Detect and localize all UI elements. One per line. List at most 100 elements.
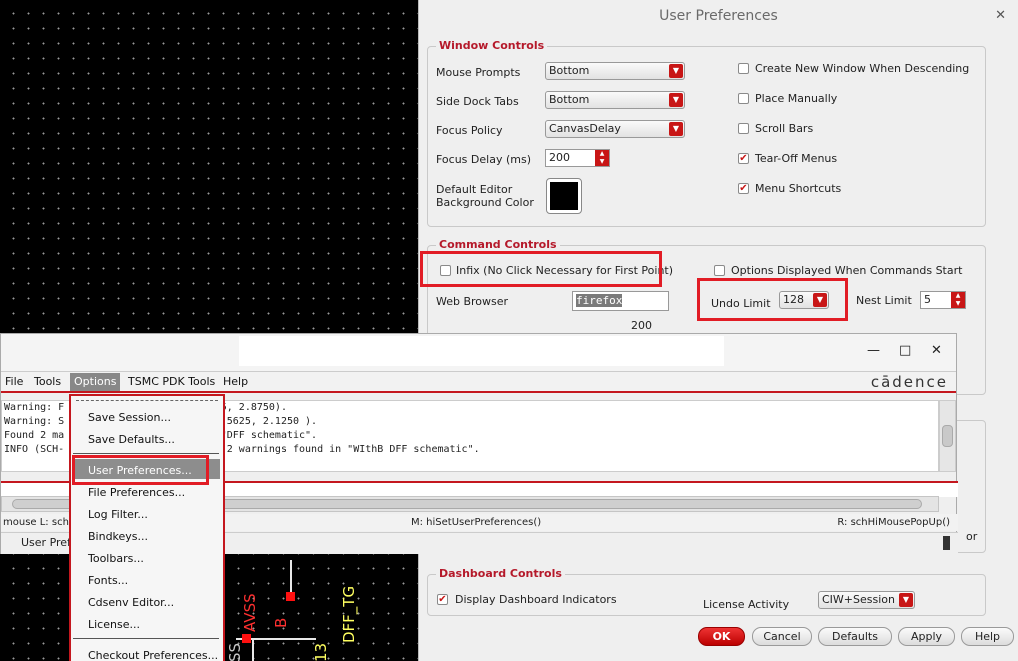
tear-off-menus-label: Tear-Off Menus: [755, 152, 837, 165]
tear-off-menus-checkbox[interactable]: ✔: [738, 153, 749, 164]
annotation-box-undo-limit: [697, 278, 848, 321]
prefs-titlebar[interactable]: User Preferences ✕: [419, 0, 1018, 33]
dashboard-controls-group: Dashboard Controls ✔ Display Dashboard I…: [427, 574, 986, 616]
menu-item-log-filter[interactable]: Log Filter...: [88, 508, 148, 521]
options-displayed-checkbox[interactable]: [714, 265, 725, 276]
web-browser-input[interactable]: firefox: [572, 291, 669, 311]
menu-tsmc-pdk-tools[interactable]: TSMC PDK Tools: [128, 375, 215, 388]
prefs-title: User Preferences: [659, 8, 778, 24]
mouse-prompts-label: Mouse Prompts: [436, 66, 520, 79]
web-browser-value: firefox: [576, 294, 622, 307]
schematic-net-label: AVSS: [241, 593, 259, 632]
user-preferences-window: User Preferences ✕ Window Controls Mouse…: [418, 0, 1018, 661]
dashboard-controls-title: Dashboard Controls: [436, 567, 565, 580]
focus-delay-label: Focus Delay (ms): [436, 153, 531, 166]
partial-text: or: [966, 530, 977, 543]
log-vertical-scrollbar[interactable]: [939, 400, 956, 472]
cadence-logo: cādence: [871, 373, 948, 391]
minimize-icon[interactable]: —: [867, 343, 880, 358]
scrollbar-thumb[interactable]: [942, 425, 953, 447]
focus-policy-value: CanvasDelay: [549, 122, 621, 135]
mouse-prompts-value: Bottom: [549, 64, 589, 77]
bg-color-label-line1: Default Editor: [436, 183, 512, 196]
side-dock-tabs-label: Side Dock Tabs: [436, 95, 519, 108]
focus-policy-select[interactable]: CanvasDelay ▼: [545, 120, 685, 138]
menu-item-cdsenv-editor[interactable]: Cdsenv Editor...: [88, 596, 174, 609]
scroll-bars-checkbox[interactable]: [738, 123, 749, 134]
chevron-down-icon: ▼: [669, 122, 683, 136]
menu-file[interactable]: File: [5, 375, 23, 388]
schematic-instance-label: DFF_TG: [340, 586, 358, 643]
menu-separator: [73, 453, 219, 454]
options-dropdown-menu: Save Session... Save Defaults... User Pr…: [69, 394, 225, 661]
focus-delay-spinbox[interactable]: 200 ▲▼: [545, 149, 610, 167]
menu-options[interactable]: Options: [70, 373, 120, 391]
status-left: mouse L: sch: [3, 514, 69, 531]
chevron-down-icon: ▼: [669, 93, 683, 107]
menu-item-bindkeys[interactable]: Bindkeys...: [88, 530, 148, 543]
license-activity-value: CIW+Session: [822, 593, 895, 606]
menu-tools[interactable]: Tools: [34, 375, 61, 388]
command-controls-title: Command Controls: [436, 238, 560, 251]
nest-limit-value: 5: [924, 293, 931, 306]
display-indicators-label: Display Dashboard Indicators: [455, 593, 617, 606]
schematic-wire: [252, 638, 254, 661]
annotation-box-user-preferences: [72, 455, 209, 485]
focus-delay-value: 200: [549, 151, 570, 164]
annotation-box-infix: [420, 251, 662, 287]
license-activity-select[interactable]: CIW+Session ▼: [818, 591, 915, 609]
display-indicators-checkbox[interactable]: ✔: [437, 594, 448, 605]
menu-help[interactable]: Help: [223, 375, 248, 388]
menu-item-license[interactable]: License...: [88, 618, 140, 631]
create-new-window-label: Create New Window When Descending: [755, 62, 969, 75]
menu-separator: [73, 638, 219, 639]
apply-button[interactable]: Apply: [898, 627, 955, 646]
close-icon[interactable]: ✕: [931, 343, 942, 358]
bottom-prompt-text: User Pref: [21, 533, 71, 553]
menu-item-fonts[interactable]: Fonts...: [88, 574, 128, 587]
options-displayed-label: Options Displayed When Commands Start: [731, 264, 962, 277]
window-controls-title: Window Controls: [436, 39, 547, 52]
menu-item-save-defaults[interactable]: Save Defaults...: [88, 433, 175, 446]
spin-arrows-icon[interactable]: ▲▼: [951, 292, 965, 308]
nest-limit-spinbox[interactable]: 5 ▲▼: [920, 291, 966, 309]
create-new-window-checkbox[interactable]: [738, 63, 749, 74]
menu-item-file-preferences[interactable]: File Preferences...: [88, 486, 185, 499]
schematic-net-label: B: [272, 618, 290, 628]
license-activity-label: License Activity: [703, 598, 789, 611]
menu-item-checkout-preferences[interactable]: Checkout Preferences...: [88, 649, 218, 661]
mouse-prompts-select[interactable]: Bottom ▼: [545, 62, 685, 80]
scroll-bars-label: Scroll Bars: [755, 122, 813, 135]
schematic-pin[interactable]: [242, 634, 251, 643]
menu-shortcuts-checkbox[interactable]: ✔: [738, 183, 749, 194]
menu-item-save-session[interactable]: Save Session...: [88, 411, 171, 424]
place-manually-checkbox[interactable]: [738, 93, 749, 104]
chevron-down-icon: ▼: [899, 593, 913, 607]
ciw-title-area: [239, 336, 724, 366]
menu-shortcuts-label: Menu Shortcuts: [755, 182, 841, 195]
status-middle: M: hiSetUserPreferences(): [411, 514, 541, 531]
defaults-button[interactable]: Defaults: [818, 627, 892, 646]
ciw-menubar: File Tools Options TSMC PDK Tools Help c…: [1, 371, 956, 393]
web-browser-label: Web Browser: [436, 295, 508, 308]
cancel-button[interactable]: Cancel: [752, 627, 812, 646]
schematic-instance-label: 13: [312, 643, 330, 661]
partial-value-text: 200: [631, 319, 652, 332]
ciw-titlebar[interactable]: — □ ✕: [1, 334, 956, 371]
bg-color-label: Default Editor Background Color: [436, 183, 534, 209]
side-dock-tabs-value: Bottom: [549, 93, 589, 106]
schematic-pin[interactable]: [286, 592, 295, 601]
resize-grip-icon[interactable]: [943, 536, 950, 550]
ok-button[interactable]: OK: [698, 627, 745, 646]
close-icon[interactable]: ✕: [995, 0, 1006, 32]
tear-off-line[interactable]: [76, 400, 218, 401]
spin-arrows-icon[interactable]: ▲▼: [595, 150, 609, 166]
side-dock-tabs-select[interactable]: Bottom ▼: [545, 91, 685, 109]
help-button[interactable]: Help: [961, 627, 1014, 646]
menu-item-toolbars[interactable]: Toolbars...: [88, 552, 144, 565]
maximize-icon[interactable]: □: [899, 343, 911, 358]
window-controls-group: Window Controls Mouse Prompts Bottom ▼ S…: [427, 46, 986, 227]
chevron-down-icon: ▼: [669, 64, 683, 78]
focus-policy-label: Focus Policy: [436, 124, 503, 137]
bg-color-swatch-button[interactable]: [546, 178, 582, 214]
